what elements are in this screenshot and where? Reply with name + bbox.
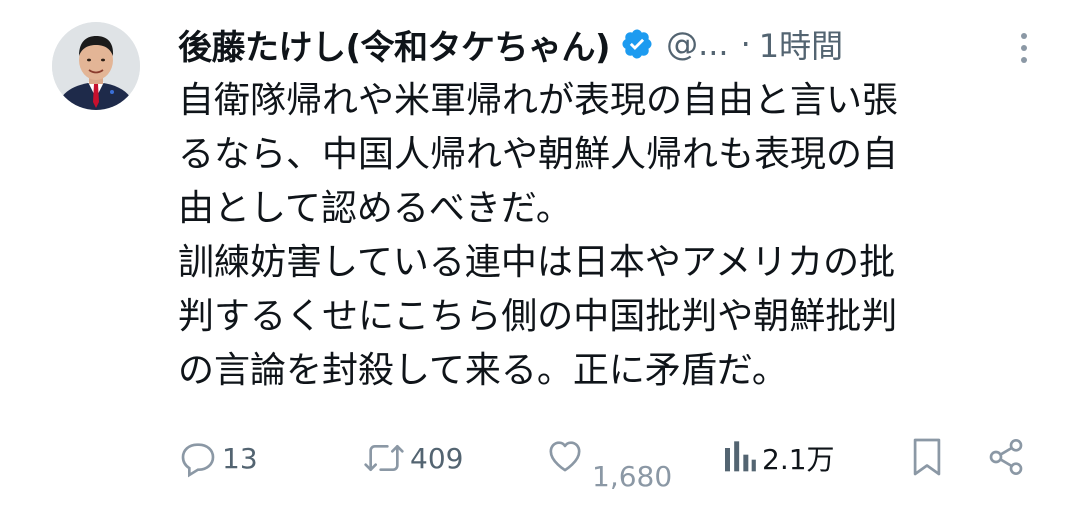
more-icon[interactable] xyxy=(1012,28,1036,68)
share-icon xyxy=(986,436,1026,478)
views-count: 2.1万 xyxy=(762,443,835,476)
action-bar: 13 409 2.1万 xyxy=(0,430,1078,500)
like-count: 1,680 xyxy=(592,460,673,493)
avatar-image xyxy=(52,22,140,110)
reply-icon xyxy=(178,438,218,478)
tweet-text-line: の言論を封殺して来る。正に矛盾だ。 xyxy=(178,350,788,391)
share-button[interactable] xyxy=(986,436,1026,478)
tweet-text-line: 自衛隊帰れや米軍帰れが表現の自由と言い張 xyxy=(178,80,899,121)
retweet-count: 409 xyxy=(410,441,464,475)
tweet-text-line: 訓練妨害している連中は日本やアメリカの批 xyxy=(178,242,896,283)
reply-count: 13 xyxy=(222,441,258,475)
reply-button[interactable]: 13 xyxy=(178,438,258,478)
display-name[interactable]: 後藤たけし(令和タケちゃん) xyxy=(178,20,611,69)
timestamp[interactable]: 1時間 xyxy=(759,21,843,67)
tweet-text: 自衛隊帰れや米軍帰れが表現の自由と言い張 るなら、中国人帰れや朝鮮人帰れも表現の… xyxy=(178,74,1038,398)
tweet-header: 後藤たけし(令和タケちゃん) @... · 1時間 xyxy=(178,16,1058,72)
avatar[interactable] xyxy=(52,22,140,110)
views-button[interactable]: 2.1万 xyxy=(722,438,835,478)
tweet[interactable]: 後藤たけし(令和タケちゃん) @... · 1時間 自衛隊帰れや米軍帰れが表現の… xyxy=(0,0,1078,512)
heart-icon xyxy=(544,436,586,476)
bookmark-button[interactable] xyxy=(910,436,944,478)
tweet-text-line: るなら、中国人帰れや朝鮮人帰れも表現の自 xyxy=(178,134,899,175)
retweet-button[interactable]: 409 xyxy=(362,438,463,478)
tweet-text-line: 判するくせにこちら側の中国批判や朝鮮批判 xyxy=(178,296,898,337)
retweet-icon xyxy=(362,438,406,478)
views-icon xyxy=(722,438,758,478)
tweet-text-line: 由として認めるべきだ。 xyxy=(178,188,572,229)
bookmark-icon xyxy=(910,436,944,478)
like-button[interactable] xyxy=(544,436,586,476)
verified-badge-icon[interactable] xyxy=(620,27,654,61)
handle[interactable]: @... xyxy=(666,25,729,63)
separator: · xyxy=(740,25,751,63)
